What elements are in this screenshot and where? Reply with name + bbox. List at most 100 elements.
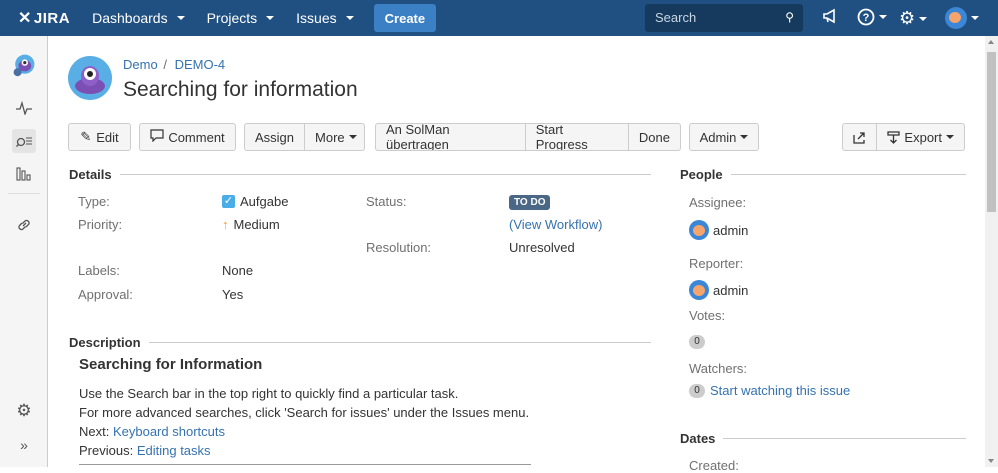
done-button[interactable]: Done <box>629 124 680 150</box>
dates-heading: Dates <box>680 431 716 446</box>
breadcrumb-separator: / <box>163 57 167 72</box>
chevron-down-icon <box>345 16 354 20</box>
export-button[interactable]: Export <box>877 124 964 150</box>
details-heading: Details <box>69 167 112 182</box>
assignee-value[interactable]: admin <box>689 220 748 240</box>
search-icon: ⚲ <box>785 10 794 24</box>
admin-button[interactable]: Admin <box>689 123 759 151</box>
issues-search-icon[interactable] <box>12 129 36 153</box>
divider <box>730 174 966 175</box>
reporter-value[interactable]: admin <box>689 280 748 300</box>
help-icon[interactable]: ? <box>857 8 887 26</box>
page-title: Searching for information <box>123 78 358 101</box>
chevron-down-icon <box>879 15 887 19</box>
speech-bubble-icon <box>150 129 164 145</box>
chevron-down-icon <box>176 16 185 20</box>
description-previous: Previous: Editing tasks <box>79 443 211 458</box>
jira-logo[interactable]: ✕ JIRA <box>18 8 70 28</box>
votes-label: Votes: <box>689 308 726 323</box>
export-download-icon <box>887 130 901 144</box>
editing-tasks-link[interactable]: Editing tasks <box>137 443 211 458</box>
start-progress-button[interactable]: Start Progress <box>526 124 629 150</box>
workflow-group: An SolMan übertragen Start Progress Done <box>375 123 681 151</box>
search-input[interactable]: Search ⚲ <box>645 4 803 32</box>
comment-label: Comment <box>168 129 225 145</box>
type-value: ✓ Aufgabe <box>222 194 288 209</box>
breadcrumb-project-link[interactable]: Demo <box>123 57 158 72</box>
reports-chart-icon[interactable] <box>12 162 36 186</box>
breadcrumb-issue-link[interactable]: DEMO-4 <box>175 57 226 72</box>
scroll-up-arrow-icon[interactable] <box>988 40 994 44</box>
reporter-name: admin <box>713 282 749 298</box>
keyboard-shortcuts-link[interactable]: Keyboard shortcuts <box>113 424 225 439</box>
share-export-group: Export <box>842 123 965 151</box>
atlassian-logo-icon: ✕ <box>18 10 32 27</box>
nav-projects[interactable]: Projects <box>207 10 275 26</box>
logo-text: JIRA <box>33 9 71 27</box>
project-avatar[interactable] <box>68 56 112 100</box>
reporter-label: Reporter: <box>689 256 744 271</box>
create-button[interactable]: Create <box>373 4 437 32</box>
project-avatar-icon[interactable] <box>12 53 36 77</box>
project-settings-gear-icon[interactable]: ⚙ <box>12 399 36 423</box>
next-label: Next: <box>79 424 110 439</box>
scrollbar-thumb[interactable] <box>987 52 996 212</box>
priority-label: Priority: <box>78 217 123 232</box>
assign-button[interactable]: Assign <box>245 124 306 150</box>
description-rule <box>79 464 531 465</box>
priority-value-text: Medium <box>233 217 280 232</box>
labels-label: Labels: <box>78 263 120 278</box>
chevron-down-icon <box>348 135 357 139</box>
task-checkbox-icon: ✓ <box>222 195 235 208</box>
nav-dashboards[interactable]: Dashboards <box>92 10 185 26</box>
assignee-label: Assignee: <box>689 195 747 210</box>
chevron-down-icon <box>946 135 954 139</box>
top-nav: ✕ JIRA Dashboards Projects Issues Create… <box>0 0 998 36</box>
more-button[interactable]: More <box>305 124 364 150</box>
settings-gear-icon[interactable]: ⚙ <box>899 8 928 29</box>
share-button[interactable] <box>843 124 878 150</box>
pencil-icon: ✎ <box>80 129 92 144</box>
description-line-1: Use the Search bar in the top right to q… <box>79 386 459 401</box>
description-section-heading[interactable]: Description <box>69 335 651 350</box>
labels-value: None <box>222 263 254 278</box>
status-label: Status: <box>366 194 407 209</box>
expand-sidebar-icon[interactable]: » <box>12 433 36 457</box>
edit-label: Edit <box>96 129 119 145</box>
sidebar-divider <box>8 193 40 194</box>
resolution-label: Resolution: <box>366 240 432 255</box>
divider <box>723 438 966 439</box>
breadcrumb: Demo / DEMO-4 <box>123 57 225 72</box>
created-label: Created: <box>689 458 739 473</box>
svg-text:?: ? <box>863 12 870 24</box>
link-icon[interactable] <box>12 213 36 237</box>
description-next: Next: Keyboard shortcuts <box>79 424 225 439</box>
feedback-megaphone-icon[interactable] <box>822 8 840 24</box>
approval-value: Yes <box>222 287 244 302</box>
divider <box>119 174 651 175</box>
type-value-text: Aufgabe <box>240 194 289 209</box>
export-label: Export <box>904 129 942 145</box>
search-placeholder: Search <box>655 10 697 25</box>
comment-button[interactable]: Comment <box>139 123 236 151</box>
start-watching-link[interactable]: Start watching this issue <box>710 383 850 398</box>
description-title: Searching for Information <box>79 356 263 373</box>
votes-badge: 0 <box>689 335 705 349</box>
edit-button[interactable]: ✎ Edit <box>68 123 131 151</box>
nav-issues[interactable]: Issues <box>296 10 354 26</box>
votes-count[interactable]: 0 <box>689 332 705 349</box>
watchers-badge[interactable]: 0 <box>689 383 705 398</box>
chevron-down-icon <box>971 16 979 20</box>
user-avatar[interactable] <box>945 7 979 29</box>
divider <box>148 342 651 343</box>
description-line-2: For more advanced searches, click 'Searc… <box>79 405 530 420</box>
approval-label: Approval: <box>78 287 133 302</box>
solman-transfer-button[interactable]: An SolMan übertragen <box>376 124 526 150</box>
details-section-heading[interactable]: Details <box>69 167 651 182</box>
scroll-down-arrow-icon[interactable] <box>988 459 994 463</box>
people-section-heading[interactable]: People <box>680 167 966 182</box>
activity-pulse-icon[interactable] <box>12 96 36 120</box>
dates-section-heading[interactable]: Dates <box>680 431 966 446</box>
share-icon <box>853 131 865 144</box>
view-workflow-link[interactable]: (View Workflow) <box>509 217 602 232</box>
